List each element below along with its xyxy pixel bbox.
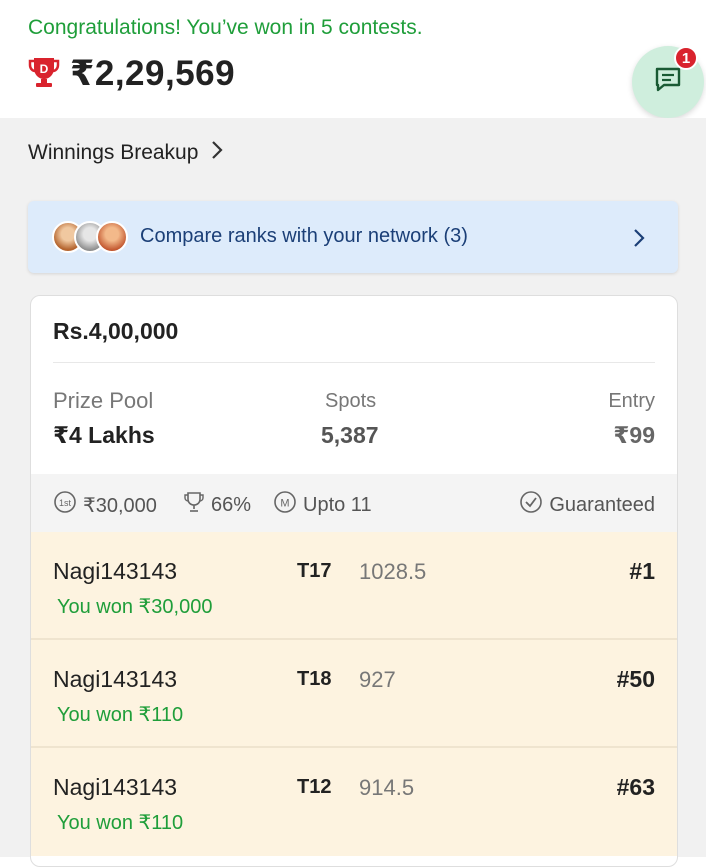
compare-ranks-label: Compare ranks with your network (3) [140,225,468,247]
team-row[interactable]: Nagi143143 You won ₹30,000 T17 1028.5 #1 [31,532,677,640]
winnings-breakup-label: Winnings Breakup [28,141,199,164]
team-row[interactable]: Nagi143143 You won ₹110 T18 927 #50 [31,640,677,748]
svg-text:M: M [280,498,289,510]
cup-icon [183,490,211,520]
first-prize-amount: ₹30,000 [83,494,157,517]
spots-label: Spots [325,390,377,412]
spots-value: 5,387 [321,422,379,448]
contest-info-bar: 1st ₹30,000 66% M Upto 11 Guaranteed [31,474,677,532]
total-winnings-amount: ₹2,29,569 [70,54,236,93]
contest-title: Rs.4,00,000 [53,318,179,344]
team-owner-name: Nagi143143 [53,666,178,692]
compare-ranks-banner[interactable]: Compare ranks with your network (3) [28,201,678,273]
team-winnings: You won ₹110 [57,704,184,726]
guaranteed-label: Guaranteed [549,493,655,516]
team-points: 927 [359,667,396,692]
svg-text:1st: 1st [59,498,72,508]
chat-badge: 1 [674,46,698,70]
first-prize-icon: 1st [53,490,83,520]
team-rank: #50 [616,666,655,692]
chevron-right-icon [198,139,224,167]
guaranteed-tag: Guaranteed [519,490,655,520]
guaranteed-check-icon [519,490,549,520]
chat-icon [653,65,683,100]
entry-label: Entry [608,390,655,412]
congrats-text: Congratulations! You’ve won in 5 contest… [28,16,423,39]
team-row[interactable]: Nagi143143 You won ₹110 T12 914.5 #63 [31,748,677,856]
svg-text:D: D [40,62,49,76]
contest-card[interactable]: Rs.4,00,000 Prize Pool ₹4 Lakhs Spots 5,… [30,295,678,867]
max-entries-value: Upto 11 [303,493,372,516]
win-percentage-value: 66% [211,493,252,516]
entry-fee-value: ₹99 [613,422,655,448]
team-owner-name: Nagi143143 [53,774,178,800]
winnings-breakup-link[interactable]: Winnings Breakup [28,139,224,167]
team-points: 1028.5 [359,559,427,584]
prize-pool-value: ₹4 Lakhs [53,422,155,448]
divider [53,362,655,363]
team-owner-name: Nagi143143 [53,558,178,584]
avatar [96,221,128,253]
team-points: 914.5 [359,775,415,800]
network-avatars [52,221,132,255]
prize-pool-label: Prize Pool [53,388,154,413]
team-rank: #63 [616,774,655,800]
first-prize: 1st ₹30,000 [53,490,157,520]
trophy-icon: D [28,55,60,94]
win-percentage: 66% [183,490,251,520]
team-winnings: You won ₹110 [57,812,184,834]
multi-entry-icon: M [273,490,303,520]
total-winnings: D ₹2,29,569 [28,54,235,94]
max-entries: M Upto 11 [273,490,372,520]
chevron-right-icon [632,227,646,254]
team-label: T18 [297,668,332,690]
team-winnings: You won ₹30,000 [57,596,213,618]
team-rank: #1 [629,558,655,584]
team-label: T12 [297,776,332,798]
team-label: T17 [297,560,332,582]
